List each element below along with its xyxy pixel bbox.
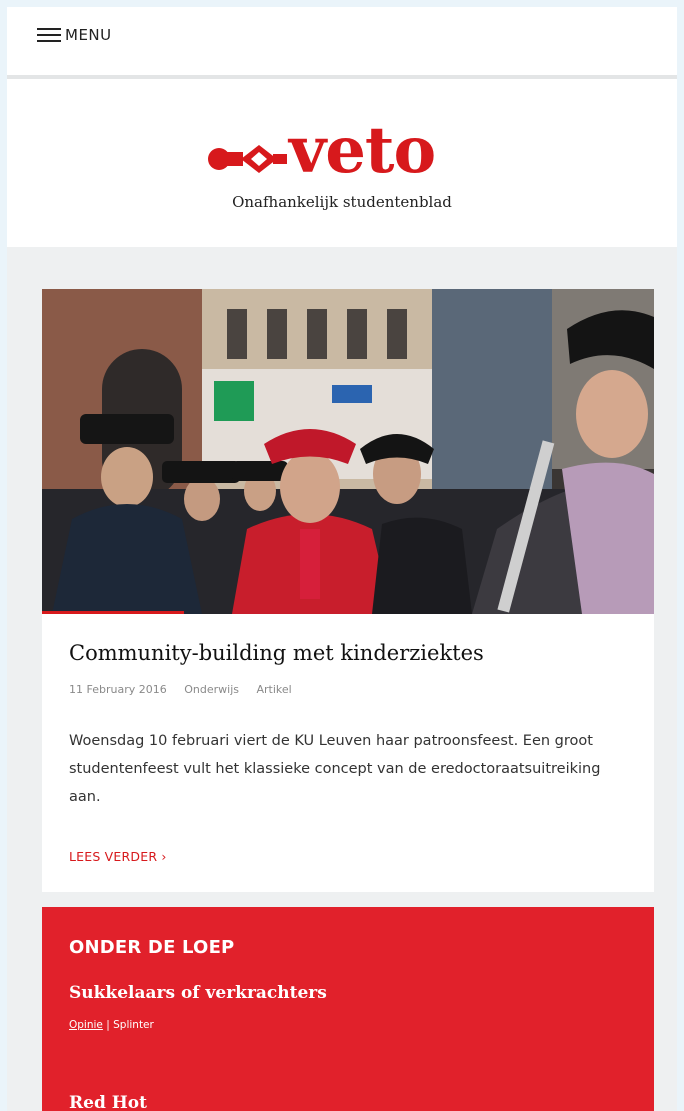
article-type: Artikel [256, 683, 292, 696]
page: MENU veto Onafhankelijk studentenblad Co… [7, 7, 677, 1111]
read-more-link[interactable]: LEES VERDER › [69, 849, 167, 864]
procession-photo [42, 289, 654, 614]
article-date: 11 February 2016 [69, 683, 167, 696]
tagline: Onafhankelijk studentenblad [232, 193, 452, 211]
tag-separator: | [106, 1019, 110, 1031]
loep-item-tags: Opinie | Splinter [69, 1019, 154, 1031]
tag-opinie[interactable]: Opinie [69, 1019, 103, 1031]
top-bar: MENU [7, 7, 677, 79]
masthead: veto Onafhankelijk studentenblad [7, 79, 677, 247]
featured-article-card: Community-building met kinderziektes 11 … [42, 289, 654, 892]
menu-label: MENU [65, 26, 112, 44]
article-category[interactable]: Onderwijs [184, 683, 239, 696]
hamburger-icon [37, 28, 61, 42]
article-excerpt: Woensdag 10 februari viert de KU Leuven … [69, 733, 601, 805]
article-meta: 11 February 2016 Onderwijs Artikel [69, 683, 306, 696]
featured-article-image[interactable] [42, 289, 654, 614]
loep-item-title[interactable]: Sukkelaars of verkrachters [69, 983, 327, 1003]
article-title[interactable]: Community-building met kinderziektes [69, 641, 629, 665]
logo-wordmark: veto [289, 113, 436, 188]
menu-button[interactable]: MENU [37, 24, 112, 46]
image-accent-bar [42, 611, 184, 614]
site-logo[interactable]: veto [207, 113, 497, 189]
section-heading: ONDER DE LOEP [69, 937, 235, 958]
loep-item-title[interactable]: Red Hot [69, 1093, 147, 1111]
logo-mark-icon [208, 145, 287, 173]
onder-de-loep-section: ONDER DE LOEP Sukkelaars of verkrachters… [42, 907, 654, 1111]
tag-splinter[interactable]: Splinter [113, 1019, 154, 1031]
